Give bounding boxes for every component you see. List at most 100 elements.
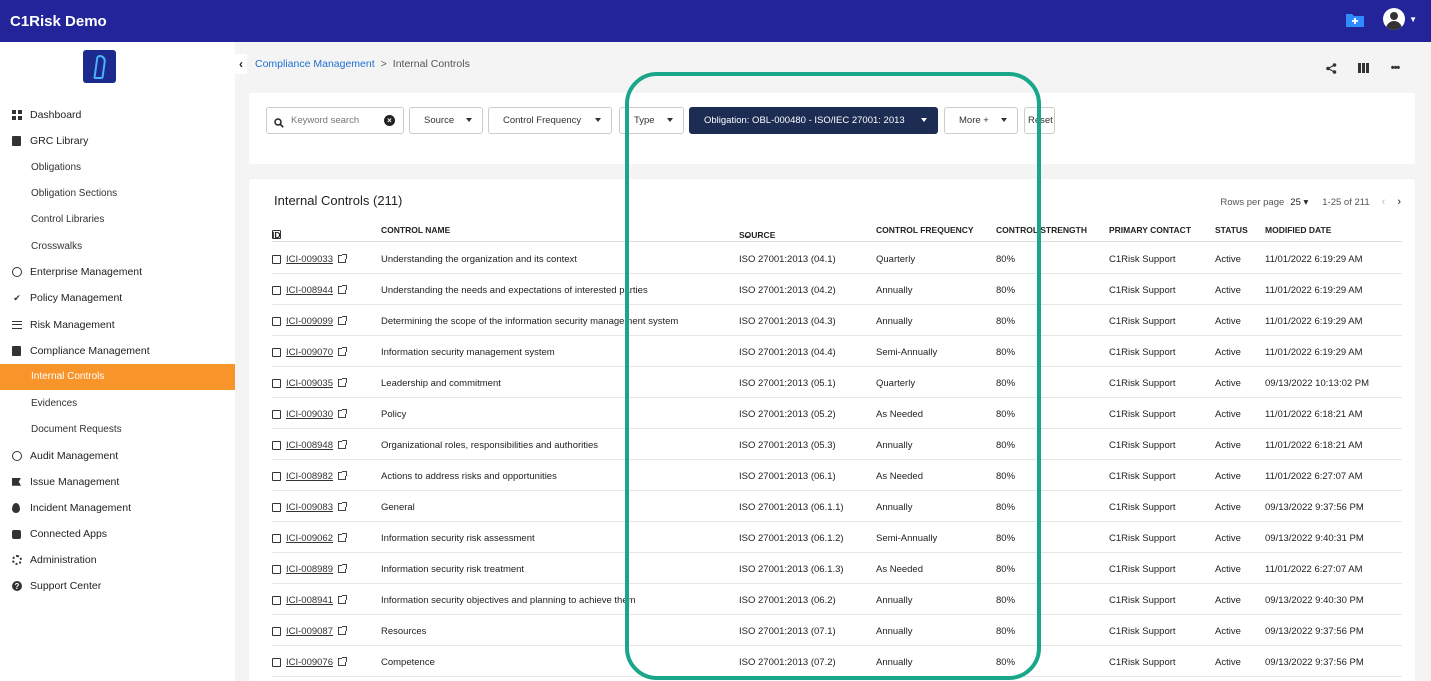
- sidebar-item-dashboard[interactable]: Dashboard: [0, 102, 235, 128]
- open-in-new-icon[interactable]: [338, 285, 348, 294]
- table-row[interactable]: ICI-008982 Actions to address risks and o…: [272, 460, 1402, 491]
- clear-search-icon[interactable]: ×: [384, 115, 395, 126]
- sidebar-item-enterprise-management[interactable]: Enterprise Management: [0, 259, 235, 285]
- control-id-link[interactable]: ICI-009033: [286, 254, 333, 265]
- sidebar-item-obligations[interactable]: Obligations: [0, 154, 235, 180]
- open-in-new-icon[interactable]: [338, 533, 348, 542]
- sidebar-item-support-center[interactable]: ? Support Center: [0, 573, 235, 599]
- sidebar-item-control-libraries[interactable]: Control Libraries: [0, 207, 235, 233]
- sidebar-item-risk-management[interactable]: Risk Management: [0, 312, 235, 338]
- sidebar-item-evidences[interactable]: Evidences: [0, 390, 235, 416]
- open-in-new-icon[interactable]: [338, 409, 348, 418]
- table-row[interactable]: ICI-009083 General ISO 27001:2013 (06.1.1)…: [272, 491, 1402, 522]
- row-checkbox[interactable]: [272, 378, 281, 388]
- sidebar-item-crosswalks[interactable]: Crosswalks: [0, 233, 235, 259]
- control-frequency-filter-button[interactable]: Control Frequency: [488, 107, 612, 134]
- control-id-link[interactable]: ICI-009035: [286, 378, 333, 389]
- more-options-icon[interactable]: •••: [1389, 62, 1401, 74]
- collapse-sidebar-button[interactable]: ‹: [235, 54, 247, 74]
- control-id-link[interactable]: ICI-009070: [286, 347, 333, 358]
- row-checkbox[interactable]: [272, 316, 281, 326]
- control-id-link[interactable]: ICI-009030: [286, 409, 333, 420]
- sidebar-item-internal-controls[interactable]: Internal Controls: [0, 363, 235, 391]
- share-icon[interactable]: [1325, 62, 1337, 74]
- control-id-link[interactable]: ICI-009099: [286, 316, 333, 327]
- header-control-name[interactable]: CONTROL NAME: [381, 225, 450, 235]
- header-status[interactable]: STATUS: [1215, 225, 1248, 235]
- control-id-link[interactable]: ICI-009087: [286, 626, 333, 637]
- row-checkbox[interactable]: [272, 502, 281, 512]
- table-row[interactable]: ICI-009030 Policy ISO 27001:2013 (05.2) As …: [272, 398, 1402, 429]
- control-id-link[interactable]: ICI-008982: [286, 471, 333, 482]
- row-checkbox[interactable]: [272, 657, 281, 667]
- table-row[interactable]: ICI-009035 Leadership and commitment ISO 2…: [272, 367, 1402, 398]
- row-checkbox[interactable]: [272, 285, 281, 295]
- row-checkbox[interactable]: [272, 254, 281, 264]
- obligation-filter-button[interactable]: Obligation: OBL-000480 - ISO/IEC 27001: …: [689, 107, 938, 134]
- row-checkbox[interactable]: [272, 347, 281, 357]
- sidebar-item-obligation-sections[interactable]: Obligation Sections: [0, 181, 235, 207]
- open-in-new-icon[interactable]: [338, 626, 348, 635]
- open-in-new-icon[interactable]: [338, 347, 348, 356]
- table-row[interactable]: ICI-008944 Understanding the needs and ex…: [272, 274, 1402, 305]
- table-row[interactable]: ICI-008948 Organizational roles, responsi…: [272, 429, 1402, 460]
- folder-add-icon[interactable]: [1345, 12, 1365, 28]
- sidebar-item-administration[interactable]: Administration: [0, 547, 235, 573]
- more-filters-button[interactable]: More +: [944, 107, 1018, 134]
- row-checkbox[interactable]: [272, 471, 281, 481]
- breadcrumb-parent-link[interactable]: Compliance Management: [255, 58, 375, 70]
- rows-per-page-select[interactable]: 25 ▾: [1290, 197, 1308, 208]
- columns-icon[interactable]: [1357, 62, 1369, 74]
- user-avatar-icon[interactable]: [1383, 8, 1406, 30]
- header-primary-contact[interactable]: PRIMARY CONTACT: [1109, 225, 1191, 235]
- open-in-new-icon[interactable]: [338, 502, 348, 511]
- open-in-new-icon[interactable]: [338, 378, 348, 387]
- table-row[interactable]: ICI-009062 Information security risk asse…: [272, 522, 1402, 553]
- sidebar-item-incident-management[interactable]: Incident Management: [0, 495, 235, 521]
- table-row[interactable]: ICI-009033 Understanding the organization…: [272, 243, 1402, 274]
- type-filter-button[interactable]: Type: [619, 107, 684, 134]
- keyword-search-field[interactable]: ×: [266, 107, 404, 134]
- row-checkbox[interactable]: [272, 564, 281, 574]
- control-id-link[interactable]: ICI-008989: [286, 564, 333, 575]
- control-id-link[interactable]: ICI-008948: [286, 440, 333, 451]
- open-in-new-icon[interactable]: [338, 316, 348, 325]
- sidebar-item-policy-management[interactable]: ✔ Policy Management: [0, 285, 235, 311]
- row-checkbox[interactable]: [272, 533, 281, 543]
- control-id-link[interactable]: ICI-009076: [286, 657, 333, 668]
- open-in-new-icon[interactable]: [338, 471, 348, 480]
- open-in-new-icon[interactable]: [338, 564, 348, 573]
- header-control-strength[interactable]: CONTROL STRENGTH: [996, 225, 1087, 235]
- logo[interactable]: [83, 50, 116, 83]
- reset-button[interactable]: Reset: [1024, 107, 1055, 134]
- open-in-new-icon[interactable]: [338, 595, 348, 604]
- header-modified-date[interactable]: MODIFIED DATE: [1265, 225, 1331, 235]
- open-in-new-icon[interactable]: [338, 254, 348, 263]
- table-row[interactable]: ICI-008989 Information security risk trea…: [272, 553, 1402, 584]
- sidebar-item-compliance-management[interactable]: Compliance Management: [0, 338, 235, 364]
- row-checkbox[interactable]: [272, 409, 281, 419]
- sidebar-item-connected-apps[interactable]: Connected Apps: [0, 521, 235, 547]
- source-filter-button[interactable]: Source: [409, 107, 483, 134]
- sidebar-item-document-requests[interactable]: Document Requests: [0, 416, 235, 442]
- row-checkbox[interactable]: [272, 440, 281, 450]
- avatar-dropdown-icon[interactable]: ▼: [1409, 15, 1417, 24]
- prev-page-icon[interactable]: ‹: [1382, 196, 1386, 208]
- sidebar-item-audit-management[interactable]: Audit Management: [0, 442, 235, 468]
- keyword-search-input[interactable]: [291, 115, 381, 126]
- row-checkbox[interactable]: [272, 595, 281, 605]
- control-id-link[interactable]: ICI-008941: [286, 595, 333, 606]
- table-row[interactable]: ICI-008941 Information security objective…: [272, 584, 1402, 615]
- control-id-link[interactable]: ICI-008944: [286, 285, 333, 296]
- table-row[interactable]: ICI-009099 Determining the scope of the i…: [272, 305, 1402, 336]
- row-checkbox[interactable]: [272, 626, 281, 636]
- table-row[interactable]: ICI-009070 Information security managemen…: [272, 336, 1402, 367]
- sidebar-item-issue-management[interactable]: Issue Management: [0, 469, 235, 495]
- next-page-icon[interactable]: ›: [1397, 196, 1401, 208]
- sidebar-item-grc-library[interactable]: GRC Library: [0, 128, 235, 154]
- header-control-frequency[interactable]: CONTROL FREQUENCY: [876, 225, 974, 235]
- control-id-link[interactable]: ICI-009083: [286, 502, 333, 513]
- table-row[interactable]: ICI-009076 Competence ISO 27001:2013 (07.2…: [272, 646, 1402, 677]
- open-in-new-icon[interactable]: [338, 657, 348, 666]
- table-row[interactable]: ICI-009087 Resources ISO 27001:2013 (07.1)…: [272, 615, 1402, 646]
